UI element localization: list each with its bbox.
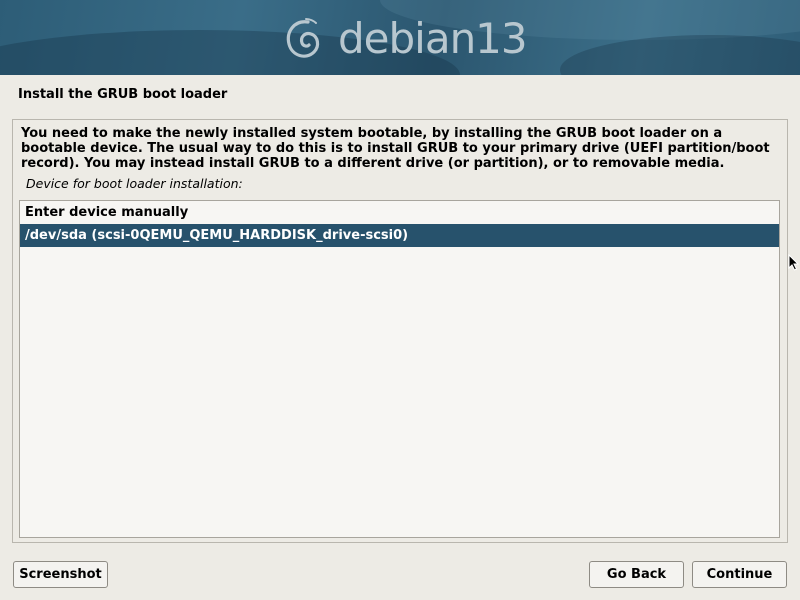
device-listbox[interactable]: Enter device manually /dev/sda (scsi-0QE…: [19, 200, 780, 538]
screenshot-button[interactable]: Screenshot: [13, 561, 108, 588]
mouse-cursor-icon: [788, 254, 799, 271]
description-text: You need to make the newly installed sys…: [21, 126, 770, 171]
go-back-button[interactable]: Go Back: [589, 561, 684, 588]
debian-banner: debian13: [0, 0, 800, 75]
page-title: Install the GRUB boot loader: [18, 87, 228, 102]
banner-wave: [560, 35, 800, 75]
debian-logo-text: debian13: [338, 14, 528, 63]
list-item-dev-sda[interactable]: /dev/sda (scsi-0QEMU_QEMU_HARDDISK_drive…: [20, 224, 779, 247]
debian-swirl-icon: [286, 18, 320, 58]
debian-logo: debian13: [284, 14, 528, 64]
continue-button[interactable]: Continue: [692, 561, 787, 588]
device-field-label: Device for boot loader installation:: [26, 176, 243, 191]
list-item-enter-device-manually[interactable]: Enter device manually: [20, 201, 779, 224]
